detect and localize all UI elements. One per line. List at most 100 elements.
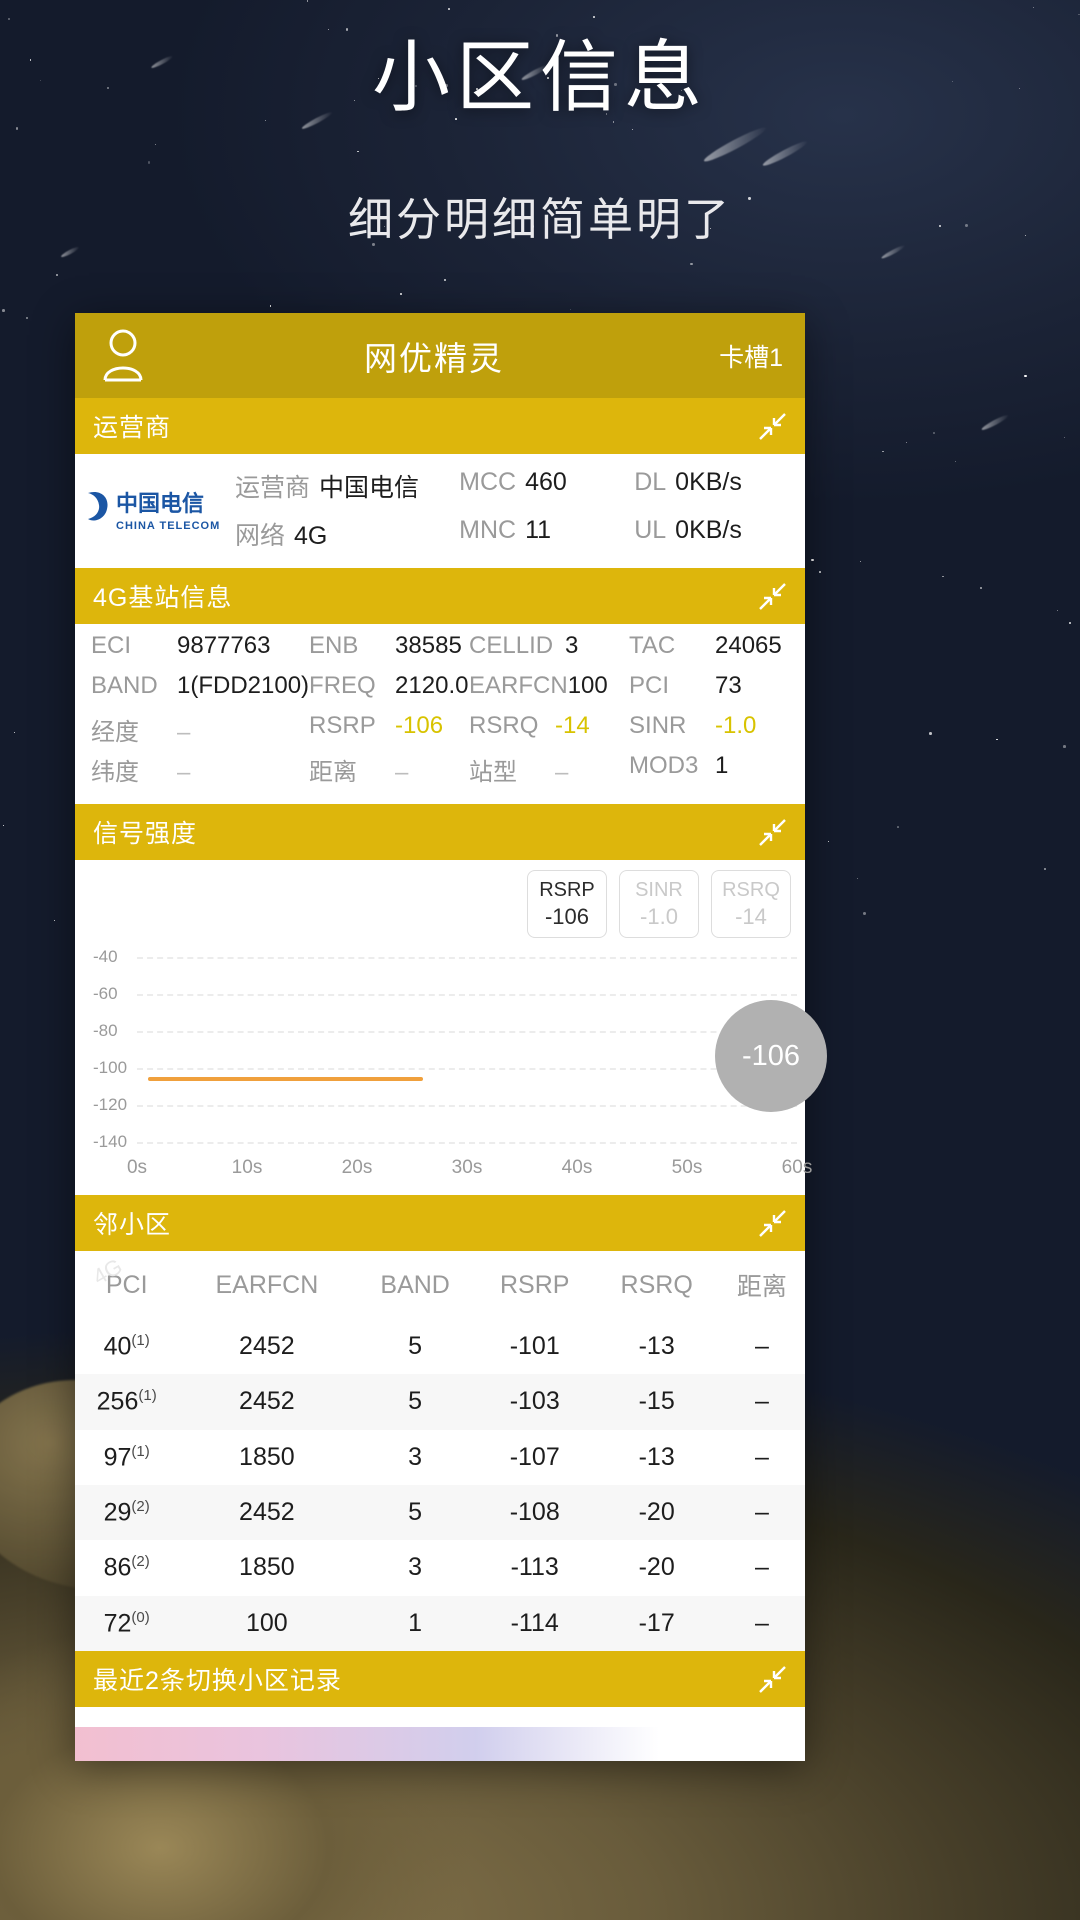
y-tick-label: -100 [93,1057,128,1077]
metric-label: SINR [635,878,683,901]
table-column-header: RSRQ [620,1270,693,1299]
station-field: PCI 73 [629,672,789,712]
field-value: 38585 [395,632,462,659]
table-column-header: BAND [380,1270,450,1299]
grid-line [137,1104,797,1107]
section-header-station[interactable]: 4G基站信息 [75,568,805,624]
station-field: TAC 24065 [629,632,789,672]
sim-slot-label[interactable]: 卡槽1 [719,338,783,374]
x-tick-label: 60s [781,1157,813,1178]
station-info-grid: ECI 9877763 ENB 38585 CELLID 3 TAC 24065 BAND 1(F… [75,624,805,804]
field-value: – [395,759,409,786]
grid-line [137,994,797,997]
table-row[interactable]: 97(1) 1850 3 -107 -13 – [75,1430,805,1485]
section-header-carrier[interactable]: 运营商 [75,398,805,454]
cell-distance: – [754,1332,769,1361]
svg-text:CHINA TELECOM: CHINA TELECOM [116,520,220,532]
carrier-field: 网络 4G [235,516,459,552]
field-value: 1(FDD2100) [177,672,310,699]
station-field: 站型 – [469,752,629,792]
field-value: 3 [565,632,579,659]
field-key: RSRQ [469,712,539,739]
field-key: MNC [459,516,517,544]
table-column-header: EARFCN [215,1270,319,1299]
table-row[interactable]: 29(2) 2452 5 -108 -20 – [75,1484,805,1541]
current-value-bubble: -106 [715,1000,827,1112]
cell-rsrq: -13 [638,1332,675,1361]
cell-distance: – [754,1553,769,1582]
field-value: 中国电信 [319,474,420,502]
pci-superscript: (1) [131,1442,150,1460]
metric-toggle-sinr[interactable]: SINR -1.0 [619,870,699,938]
cell-pci: 86(2) [75,1540,178,1595]
cell-band: 5 [408,1332,423,1361]
cell-distance: – [754,1498,769,1527]
field-value: 73 [715,672,742,699]
table-body: 40(1) 2452 5 -101 -13–256(1) 2452 5 -103 -15–97(… [75,1319,805,1651]
metric-toggle-rsrq[interactable]: RSRQ -14 [711,870,791,938]
y-tick-label: -80 [93,1021,118,1041]
station-field: ECI 9877763 [91,632,309,672]
cell-earfcn: 2452 [239,1332,295,1361]
user-icon[interactable] [97,328,149,384]
app-bar: 网优精灵 卡槽1 [75,313,805,398]
cell-pci: 97(1) [75,1430,178,1485]
section-title-signal: 信号强度 [93,820,198,848]
field-key: 网络 [235,522,286,550]
x-tick-label: 30s [451,1157,483,1178]
table-column-header: PCI [105,1270,148,1299]
y-tick-label: -140 [93,1131,128,1151]
pci-superscript: (2) [131,1553,150,1571]
field-key: TAC [629,632,676,659]
section-title-station: 4G基站信息 [93,584,233,612]
y-tick-label: -60 [93,984,118,1004]
station-field: SINR -1.0 [629,712,789,752]
collapse-arrows-icon[interactable] [755,1662,789,1696]
collapse-arrows-icon[interactable] [755,409,789,443]
handover-body [75,1706,805,1727]
cell-rsrp: -103 [509,1387,560,1416]
collapse-arrows-icon[interactable] [755,815,789,849]
cell-earfcn: 1850 [239,1442,295,1471]
pci-superscript: (1) [131,1332,150,1349]
section-header-handover[interactable]: 最近2条切换小区记录 [75,1650,805,1707]
field-key: RSRP [309,712,376,739]
neighbor-cell-table: PCI EARFCN BAND RSRP RSRQ 距离 40(1) 2452 5 -101 -1… [75,1251,805,1651]
field-value: – [555,759,569,786]
field-key: MCC [459,468,517,496]
section-header-signal[interactable]: 信号强度 [75,804,805,860]
metric-label: RSRP [539,878,595,901]
metric-toggle-rsrp[interactable]: RSRP -106 [527,870,607,938]
chart-plot-area: -40 -60 -80 -100 -120 -140 [75,947,805,1151]
table-row[interactable]: 40(1) 2452 5 -101 -13 – [75,1319,805,1374]
field-value: – [177,719,191,746]
pci-value: 256 [96,1387,139,1416]
field-key: 站型 [469,759,518,786]
station-field: RSRP -106 [309,712,469,752]
carrier-field: DL 0KB/s [634,468,805,504]
field-key: MOD3 [629,752,699,779]
field-value: 2120.0 [395,672,469,699]
field-value: – [177,759,191,786]
section-header-neighbor[interactable]: 邻小区 [75,1195,805,1251]
cell-pci: 72(0) [75,1596,178,1651]
cell-rsrq: -17 [638,1608,675,1637]
collapse-arrows-icon[interactable] [755,579,789,613]
station-field: BAND 1(FDD2100) [91,672,309,712]
promo-subtitle: 细分明细简单明了 [347,194,732,245]
collapse-arrows-icon[interactable] [755,1206,789,1240]
table-row[interactable]: 86(2) 1850 3 -113 -20 – [75,1540,805,1595]
x-tick-label: 20s [341,1157,373,1178]
cell-rsrp: -113 [510,1553,559,1582]
cell-pci: 256(1) [75,1374,178,1429]
table-row[interactable]: 72(0) 100 1 -114 -17 – [75,1595,805,1651]
cell-band: 3 [408,1442,423,1471]
pci-value: 86 [103,1553,132,1582]
table-row[interactable]: 256(1) 2452 5 -103 -15 – [75,1374,805,1430]
signal-strength-chart: RSRP -106 SINR -1.0 RSRQ -14 -40 -60 -80 -100 -12… [75,860,827,1195]
station-field: MOD3 1 [629,752,789,792]
cell-earfcn: 2452 [239,1387,295,1416]
carrier-fields: 运营商 中国电信 MCC 460 DL 0KB/s 网络 4G MNC 11 UL 0KB/… [235,468,805,552]
cell-earfcn: 1850 [239,1553,295,1582]
metric-label: RSRQ [722,878,780,901]
